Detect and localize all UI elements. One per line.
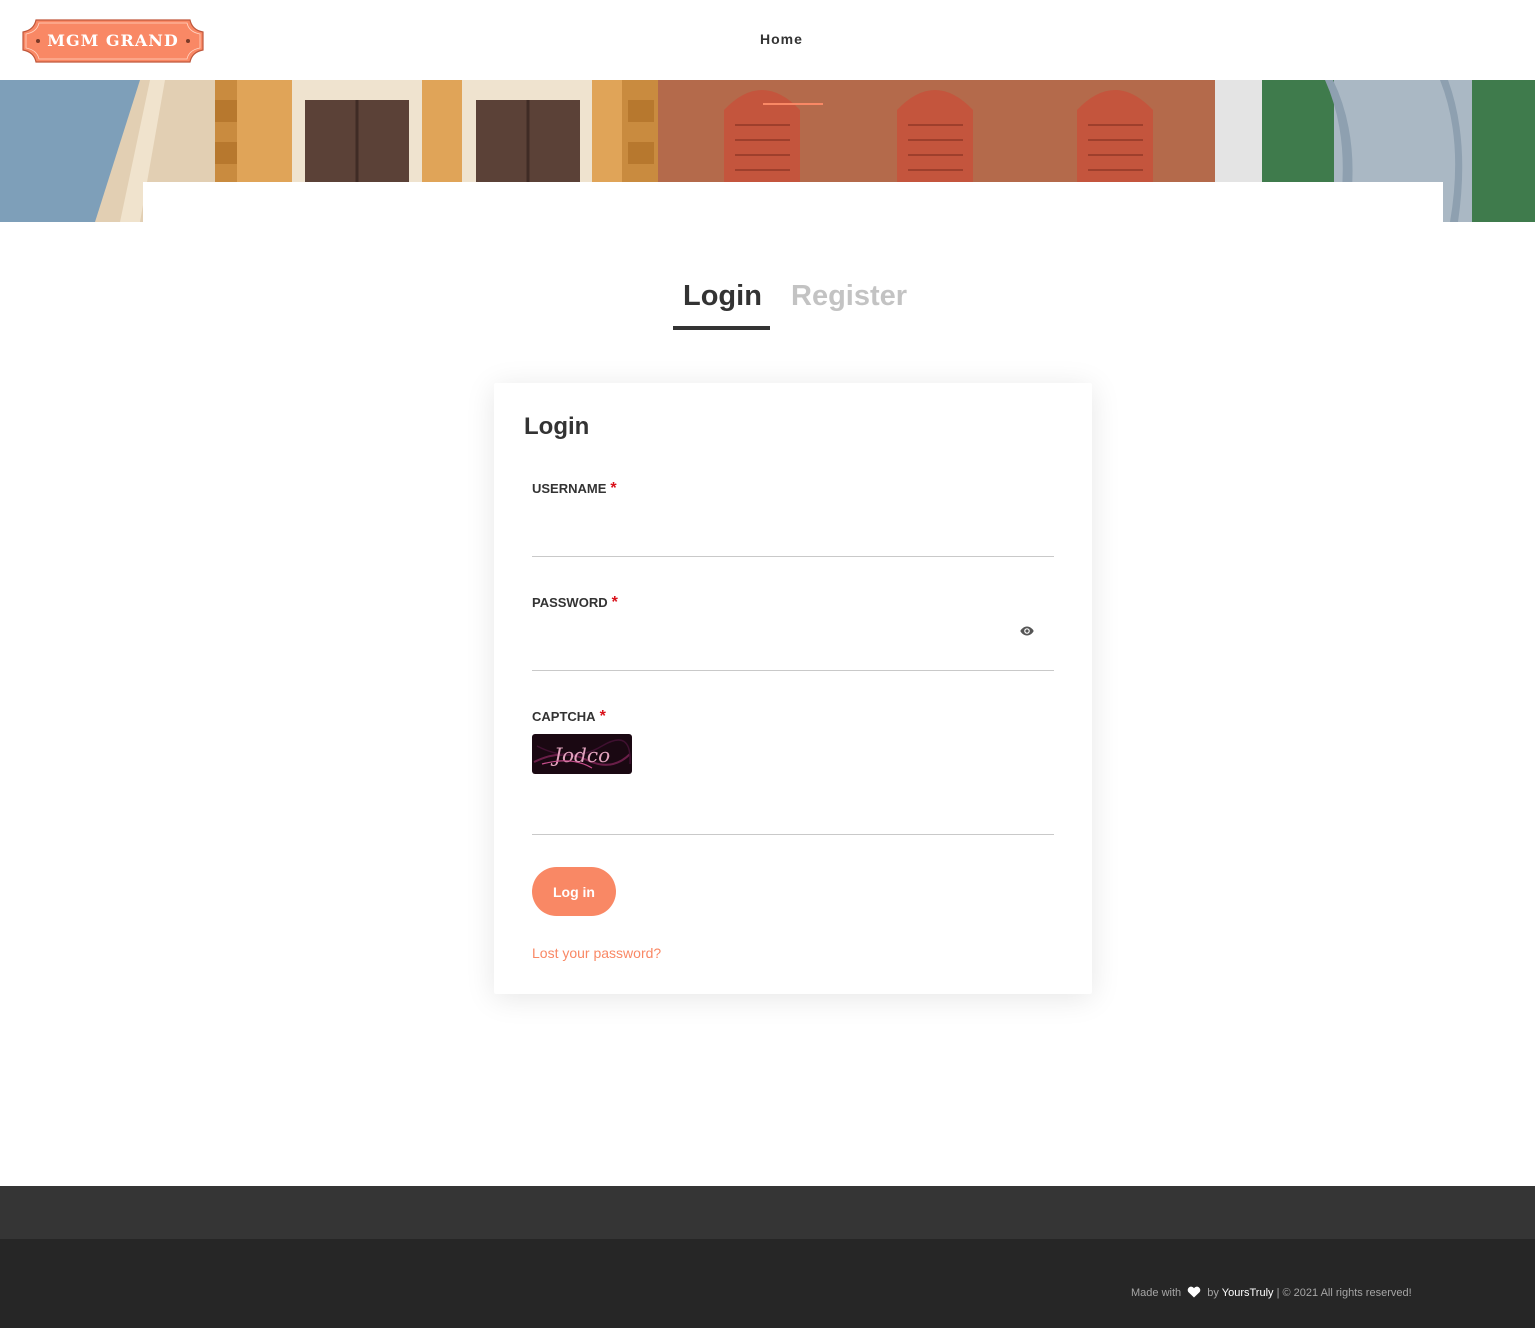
password-input[interactable] <box>532 632 1054 671</box>
nav-home-link[interactable]: Home <box>760 31 803 47</box>
username-label-text: USERNAME <box>532 481 607 496</box>
credits-made-with: Made with <box>1131 1287 1182 1299</box>
site-logo[interactable]: MGM GRAND <box>22 19 204 63</box>
tab-register[interactable]: Register <box>791 280 907 313</box>
captcha-image: Jodco <box>532 734 632 774</box>
site-header: MGM GRAND Home <box>0 0 1535 80</box>
heart-icon <box>1187 1286 1201 1298</box>
username-input[interactable] <box>532 518 1054 557</box>
login-card-title: Login <box>524 413 590 440</box>
banner-content-card <box>143 182 1443 222</box>
required-marker: * <box>610 480 617 497</box>
eye-icon[interactable] <box>1020 626 1034 636</box>
logo-text: MGM GRAND <box>47 31 179 50</box>
username-label: USERNAME * <box>532 480 617 498</box>
captcha-label: CAPTCHA * <box>532 708 606 726</box>
credits-by: by <box>1207 1287 1219 1299</box>
required-marker: * <box>599 708 606 725</box>
footer-widgets-area <box>0 1186 1535 1239</box>
password-label: PASSWORD * <box>532 594 618 612</box>
captcha-label-text: CAPTCHA <box>532 709 596 724</box>
login-card: Login USERNAME * PASSWORD * CAPTCHA * Jodco… <box>494 383 1092 994</box>
footer-credits: Made with by YoursTruly | © 2021 All rig… <box>1131 1286 1412 1299</box>
login-button[interactable]: Log in <box>532 867 616 916</box>
lost-password-link[interactable]: Lost your password? <box>532 945 661 961</box>
tab-login[interactable]: Login <box>683 280 762 313</box>
auth-tabs: Login Register <box>0 272 1535 332</box>
password-label-text: PASSWORD <box>532 595 608 610</box>
footer-bottom-bar <box>0 1239 1535 1328</box>
captcha-input[interactable] <box>532 796 1054 835</box>
required-marker: * <box>611 594 618 611</box>
credits-copyright: | © 2021 All rights reserved! <box>1276 1287 1412 1299</box>
active-tab-indicator <box>673 326 770 330</box>
credits-brand-link[interactable]: YoursTruly <box>1222 1287 1274 1299</box>
